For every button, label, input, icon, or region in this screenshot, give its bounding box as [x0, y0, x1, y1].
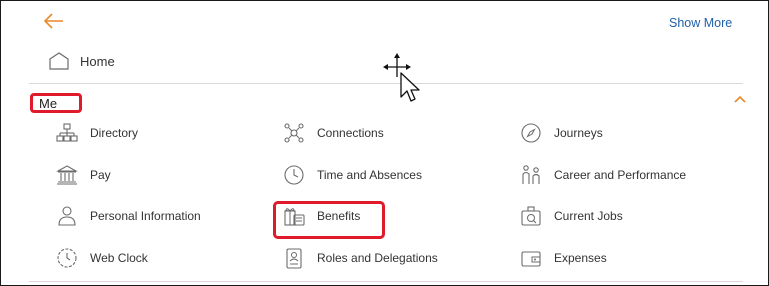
compass-icon: [521, 123, 541, 143]
item-expenses[interactable]: Expenses: [520, 247, 607, 269]
home-icon: [49, 52, 69, 70]
move-cursor-icon: [383, 53, 420, 102]
home-link[interactable]: Home: [48, 51, 115, 71]
divider: [29, 281, 743, 282]
org-chart-icon: [56, 123, 78, 142]
item-roles-and-delegations[interactable]: Roles and Delegations: [283, 247, 438, 269]
career-icon: [522, 165, 540, 184]
item-label: Web Clock: [90, 251, 148, 265]
item-connections[interactable]: Connections: [283, 122, 384, 144]
item-label: Expenses: [554, 251, 607, 265]
item-label: Journeys: [554, 126, 603, 140]
chevron-up-icon[interactable]: [734, 95, 746, 103]
wallet-icon: [521, 251, 541, 267]
section-title: Me: [39, 95, 58, 111]
clock-icon: [284, 165, 304, 185]
id-badge-icon: [286, 248, 302, 269]
section-title-box: Me: [30, 93, 82, 113]
item-career-and-performance[interactable]: Career and Performance: [520, 164, 686, 186]
item-label: Roles and Delegations: [317, 251, 438, 265]
item-label: Career and Performance: [554, 168, 687, 182]
item-pay[interactable]: Pay: [56, 164, 111, 186]
home-label: Home: [80, 53, 115, 69]
item-label: Time and Absences: [317, 168, 422, 182]
item-directory[interactable]: Directory: [56, 122, 138, 144]
network-icon: [284, 123, 304, 143]
navigator-panel: Show More Home Me Directory Connections …: [0, 0, 769, 286]
bank-icon: [56, 165, 78, 185]
show-more-link[interactable]: Show More: [669, 16, 732, 30]
current-jobs-icon: [521, 206, 541, 226]
item-time-and-absences[interactable]: Time and Absences: [283, 164, 422, 186]
arrow-left-icon[interactable]: [43, 11, 65, 31]
item-label: Personal Information: [90, 209, 201, 223]
web-clock-icon: [57, 248, 77, 268]
item-label: Directory: [90, 126, 139, 140]
item-current-jobs[interactable]: Current Jobs: [520, 205, 623, 227]
person-icon: [58, 206, 76, 226]
item-personal-information[interactable]: Personal Information: [56, 205, 201, 227]
benefits-highlight-box: [273, 201, 385, 239]
item-journeys[interactable]: Journeys: [520, 122, 603, 144]
item-web-clock[interactable]: Web Clock: [56, 247, 148, 269]
item-label: Current Jobs: [554, 209, 623, 223]
item-label: Connections: [317, 126, 384, 140]
item-label: Pay: [90, 168, 111, 182]
